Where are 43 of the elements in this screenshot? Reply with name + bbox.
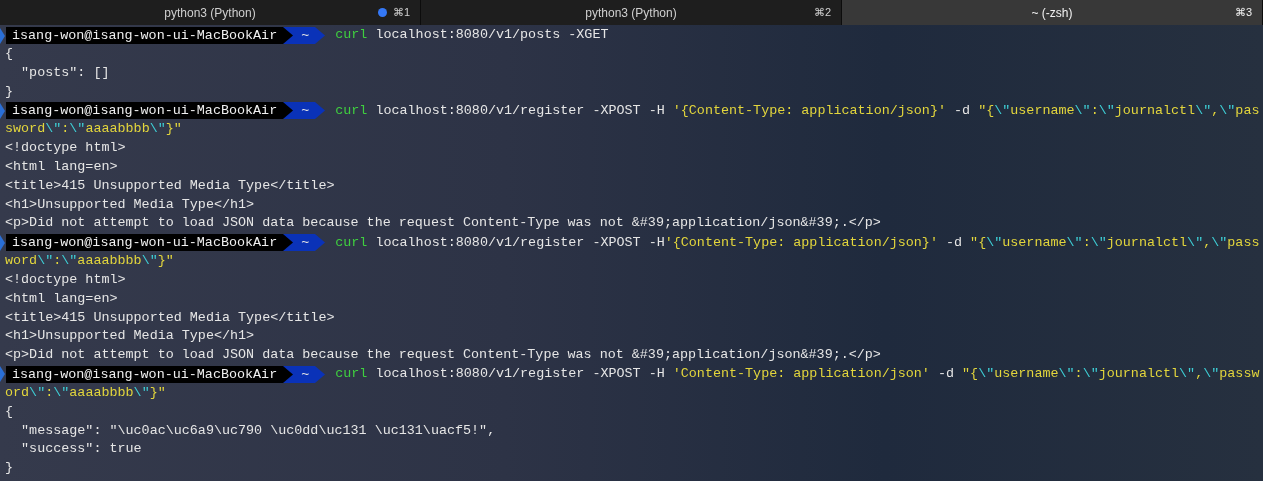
chevron-icon (0, 366, 5, 383)
output-line: <html lang=en> (5, 290, 118, 306)
prompt-end-arrow-icon (315, 234, 326, 252)
prompt-end-arrow-icon (315, 365, 326, 383)
output-line: <p>Did not attempt to load JSON data because the request Content-Type was not &#39;application/json&#39;.</p> (5, 347, 881, 363)
output-line: "success": true (20, 441, 142, 457)
terminal-tab[interactable]: ~ (-zsh) ⌘3 (842, 0, 1263, 25)
output-line: } (5, 83, 14, 99)
output-line: } (5, 460, 14, 476)
output-line: "posts": [] (20, 64, 110, 80)
output-line: ord\":\"aaaabbbb\"}" (5, 384, 166, 400)
prompt-directory: ~ (295, 234, 316, 252)
command-line: curl localhost:8080/v1/register -XPOST -H '{Content-Type: application/json}' -d "{\"username\":\"journalctl\",\"pas (335, 101, 1260, 120)
output-line: <html lang=en> (5, 159, 118, 174)
output-line: <p>Did not attempt to load JSON data because the request Content-Type was not &#39;application/json&#39;.</p> (5, 215, 881, 231)
prompt-end-arrow-icon (315, 27, 326, 44)
output-line: { (5, 403, 14, 419)
tab-shortcut: ⌘2 (813, 5, 831, 21)
output-line: sword\":\"aaaabbbb\"}" (5, 121, 182, 137)
output-line: "message": "\uc0ac\uc6a9\uc790 \uc0dd\uc131 \uc131\uacf5!", (20, 422, 496, 438)
chevron-icon (0, 27, 5, 44)
prompt-directory: ~ (295, 27, 316, 44)
chevron-icon (0, 102, 5, 119)
prompt-directory: ~ (295, 102, 316, 120)
command-line: curl localhost:8080/v1/posts -XGET (335, 26, 609, 45)
command-line: curl localhost:8080/v1/register -XPOST -H'{Content-Type: application/json}' -d "{\"username\":\"journalctl\",\"pass (335, 233, 1260, 252)
tab-title: python3 (Python) (585, 4, 677, 22)
tab-title: ~ (-zsh) (1031, 4, 1073, 22)
output-line: { (5, 46, 14, 61)
prompt-directory: ~ (295, 365, 316, 383)
tab-shortcut: ⌘3 (1234, 5, 1252, 21)
tab-shortcut: ⌘1 (392, 5, 410, 21)
tab-title: python3 (Python) (164, 4, 256, 22)
output-line: <h1>Unsupported Media Type</h1> (5, 196, 255, 212)
output-line: word\":\"aaaabbbb\"}" (5, 253, 174, 269)
output-line: <title>415 Unsupported Media Type</title> (5, 309, 335, 325)
prompt-end-arrow-icon (315, 102, 326, 120)
command-line: curl localhost:8080/v1/register -XPOST -H 'Content-Type: application/json' -d "{\"username\":\"journalctl\",\"passw (335, 365, 1260, 384)
output-line: <title>415 Unsupported Media Type</title> (5, 177, 335, 193)
output-line: <!doctype html> (5, 271, 126, 287)
chevron-icon (0, 234, 5, 251)
output-line: <h1>Unsupported Media Type</h1> (5, 328, 255, 344)
output-line: <!doctype html> (5, 140, 126, 156)
